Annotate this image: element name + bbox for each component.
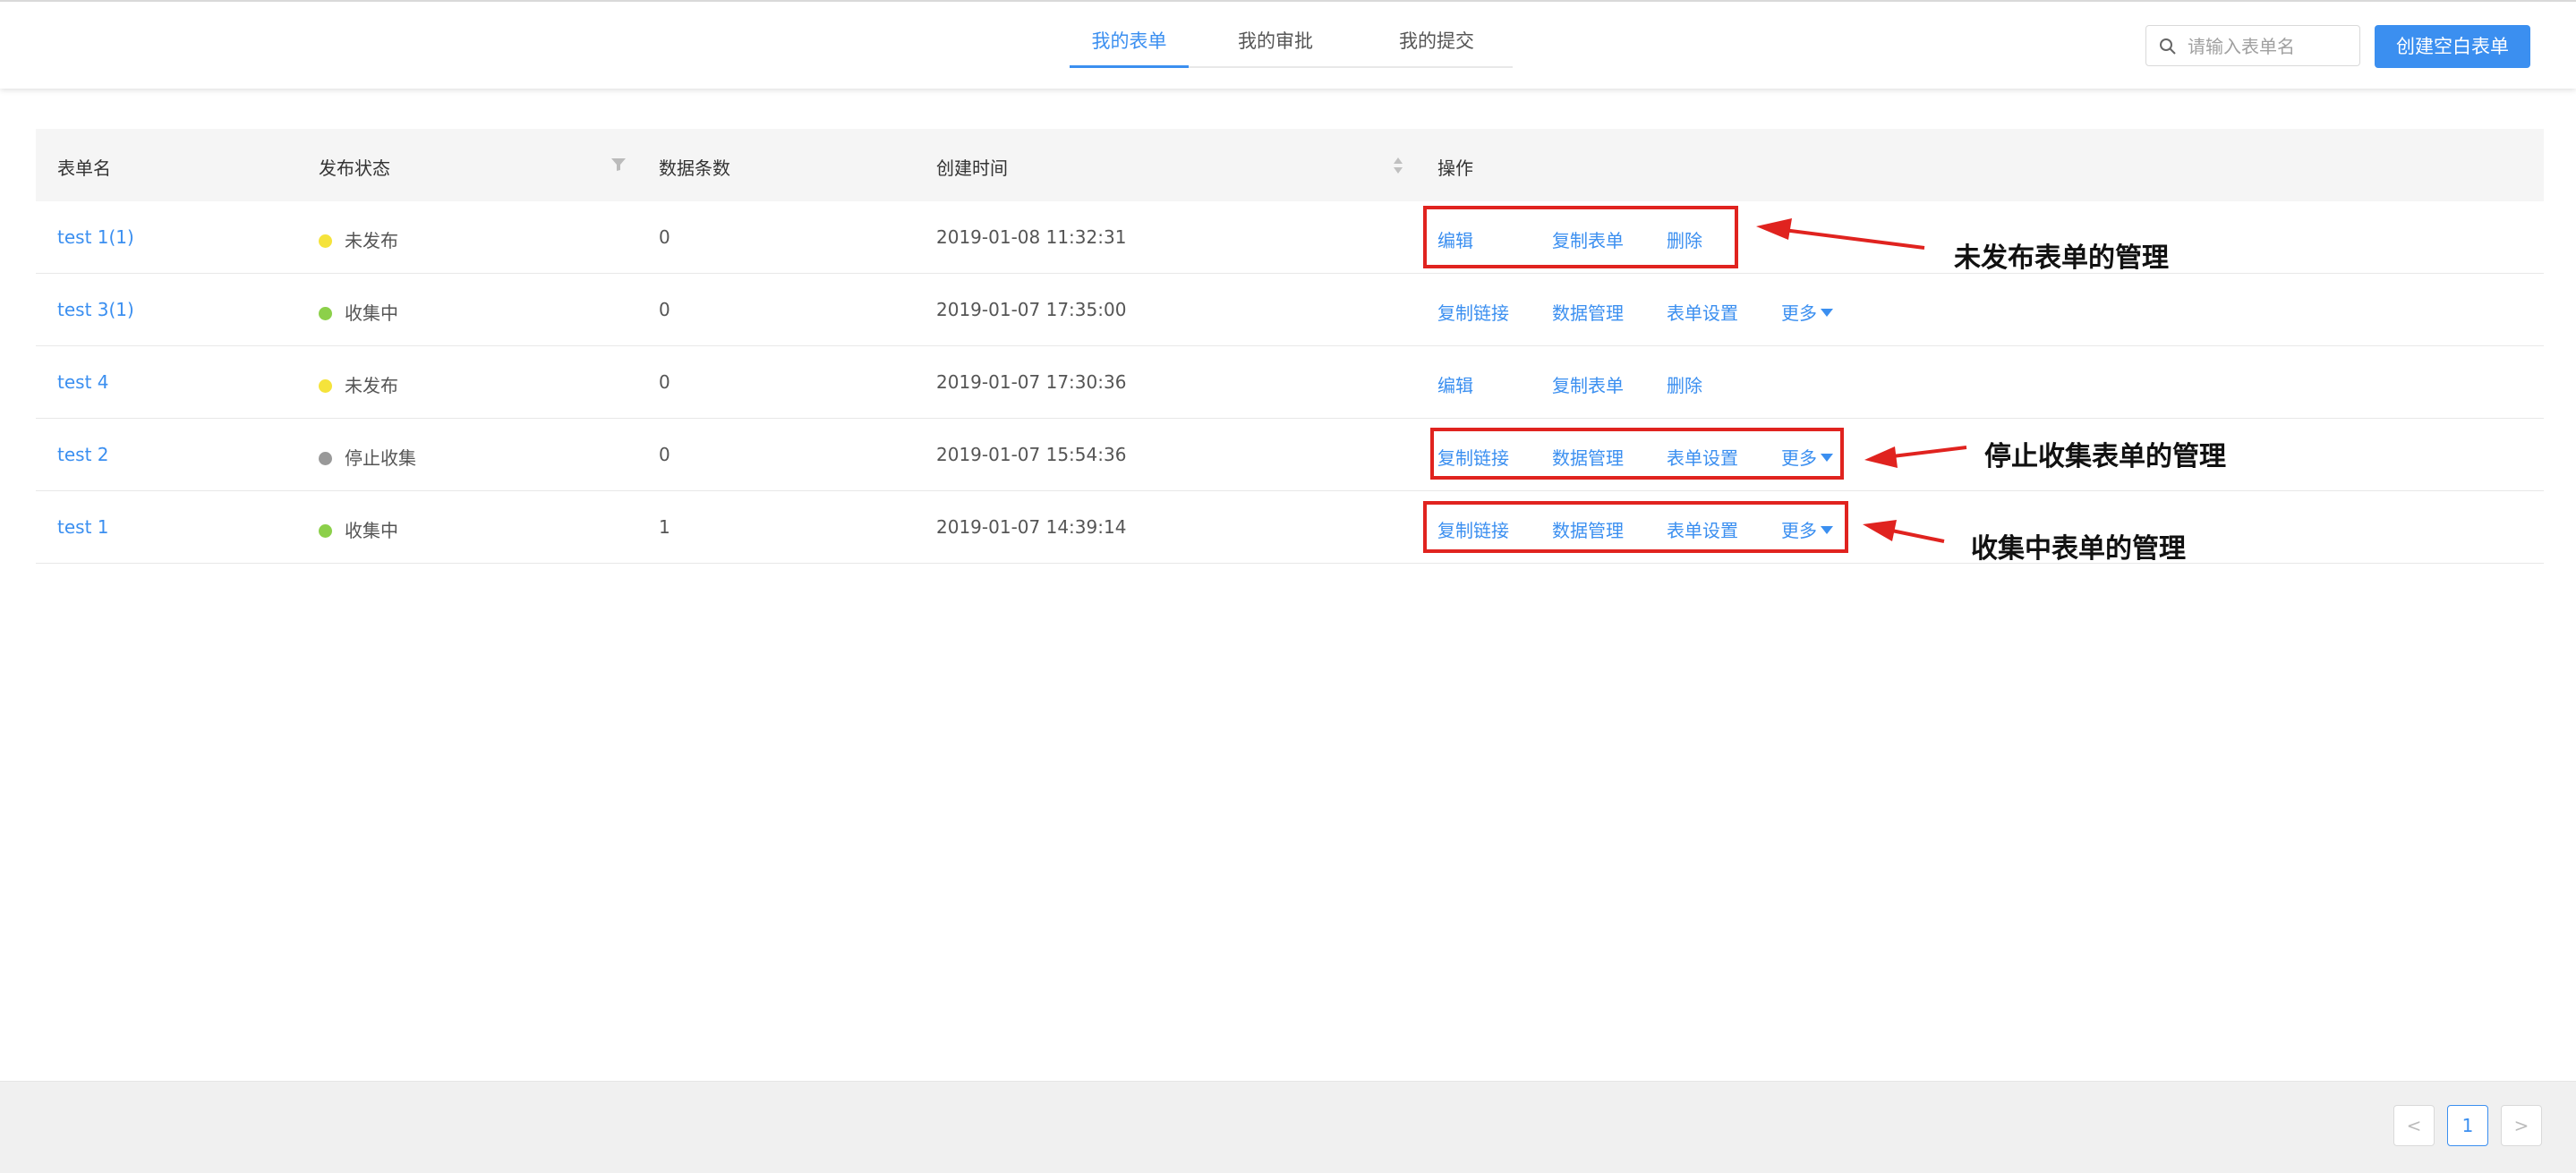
- annotation-label: 停止收集表单的管理: [1984, 441, 2226, 472]
- annotation-label: 未发布表单的管理: [1954, 242, 2169, 274]
- annotation-label: 收集中表单的管理: [1971, 533, 2186, 565]
- footer-bar: < 1 >: [0, 1081, 2576, 1173]
- annotation-arrows: [1756, 218, 1967, 543]
- next-page-button[interactable]: >: [2501, 1105, 2542, 1146]
- prev-page-button[interactable]: <: [2393, 1105, 2435, 1146]
- page-number-button[interactable]: 1: [2447, 1105, 2488, 1146]
